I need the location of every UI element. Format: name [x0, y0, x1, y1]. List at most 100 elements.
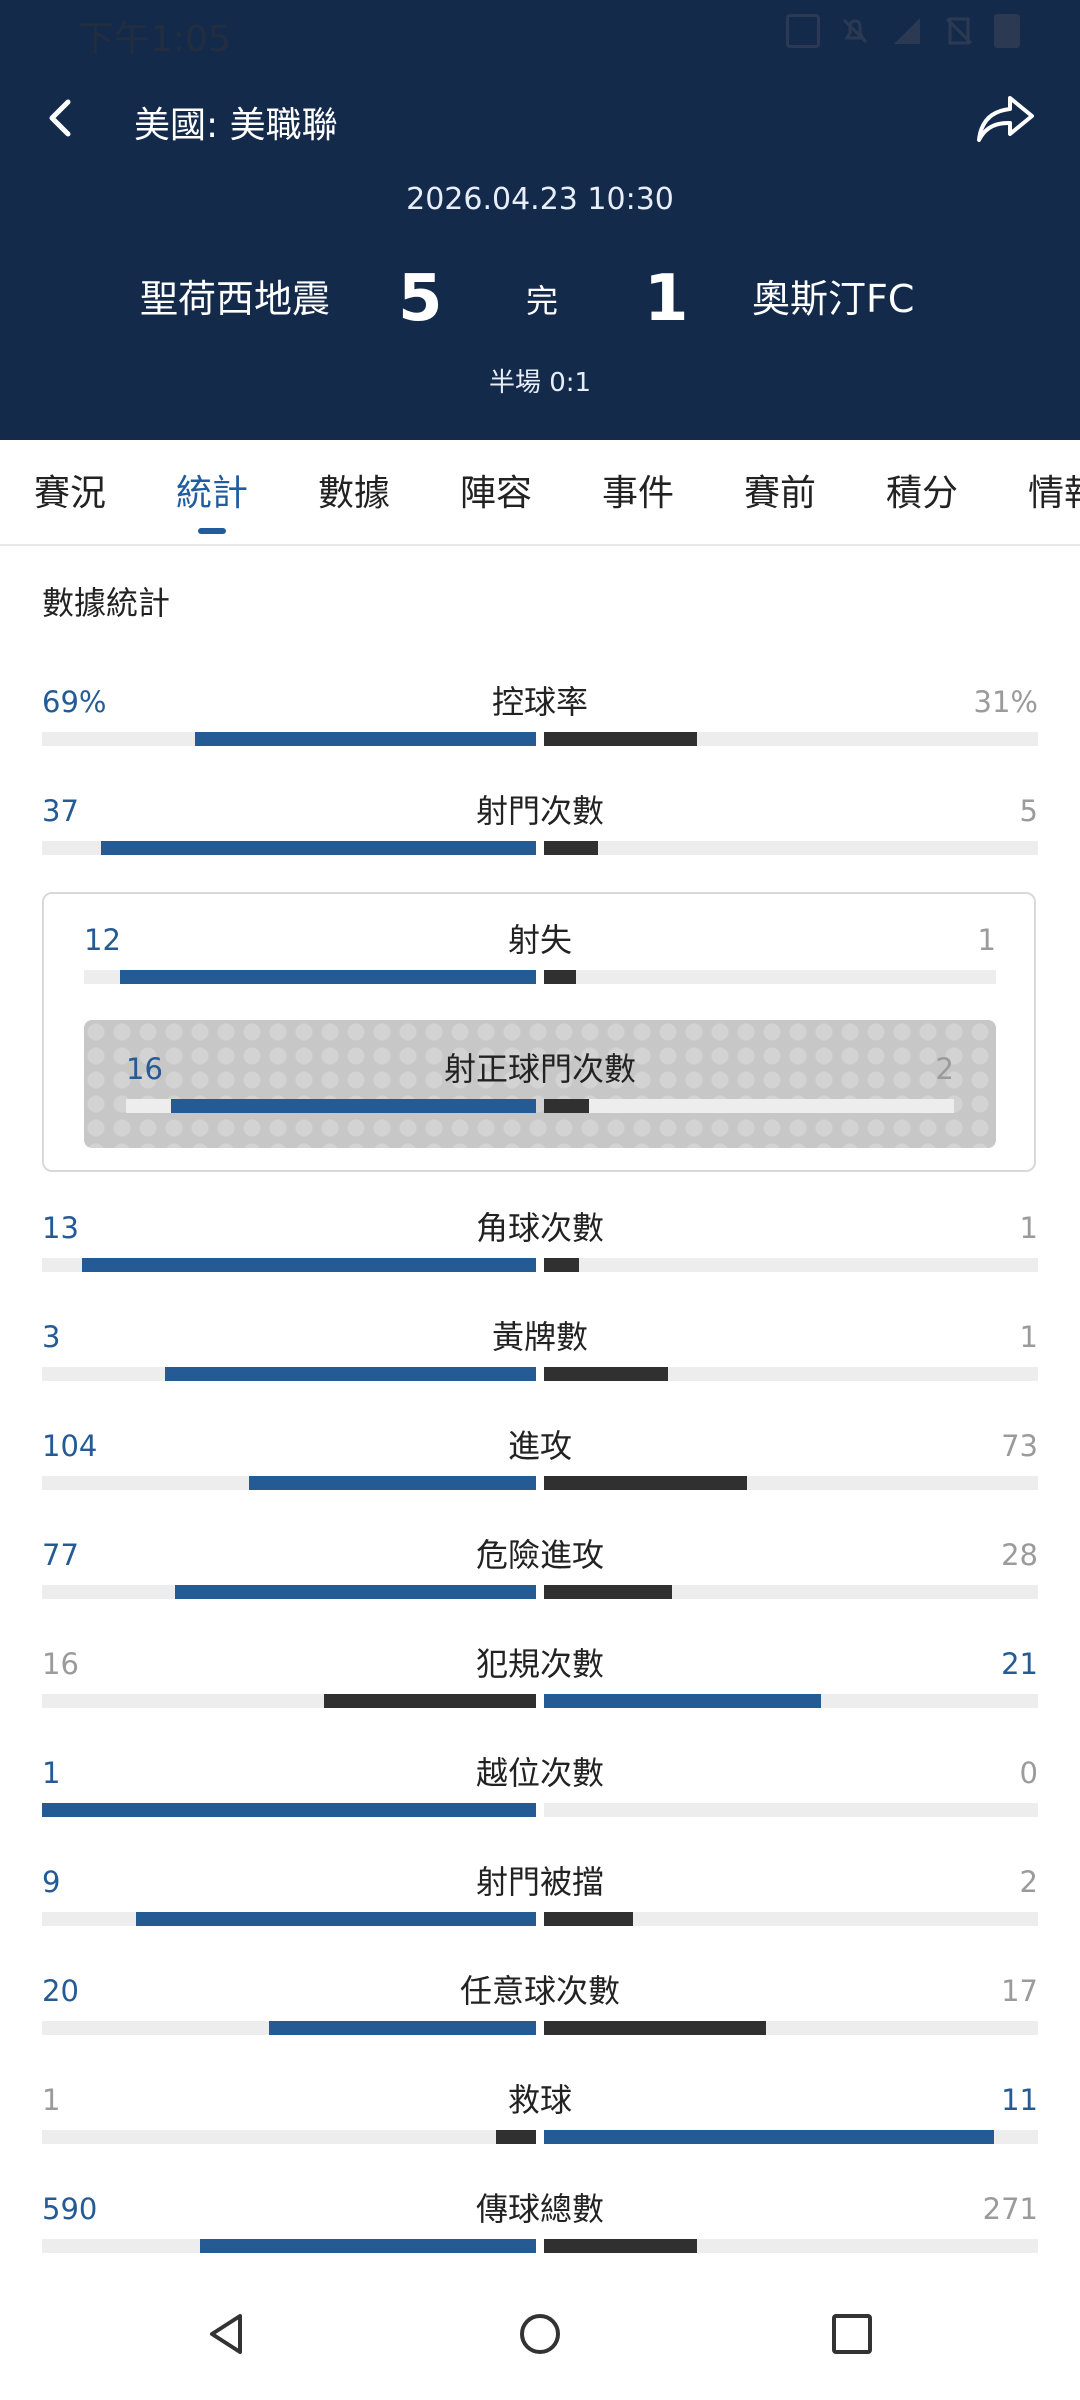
stat-away-track — [544, 732, 1038, 746]
stat-away-track — [544, 1694, 1038, 1708]
section-title: 數據統計 — [42, 584, 171, 622]
stat-away-track — [544, 1912, 1038, 1926]
stat-row: 20 任意球次數 17 — [0, 1973, 1080, 2073]
stat-label: 射門被擋 — [475, 1863, 604, 1901]
stat-away-track — [544, 1258, 1038, 1272]
stat-home-bar — [120, 970, 536, 984]
stat-home-track — [42, 2021, 536, 2035]
no-sim-icon — [942, 14, 976, 48]
stat-away-value: 2 — [935, 1052, 954, 1086]
stat-away-bar — [544, 1099, 589, 1113]
stat-away-value: 11 — [1001, 2083, 1038, 2117]
stat-row: 12 射失 1 — [0, 922, 1080, 1022]
stat-row: 37 射門次數 5 — [0, 793, 1080, 893]
stat-label: 黃牌數 — [491, 1318, 588, 1356]
stat-away-track — [544, 1585, 1038, 1599]
stat-away-value: 1 — [1019, 1211, 1038, 1245]
stat-away-track — [544, 1476, 1038, 1490]
stat-home-track — [126, 1099, 536, 1113]
tab-intel[interactable]: 情報 — [1028, 464, 1080, 516]
stat-home-bar — [324, 1694, 536, 1708]
stat-home-track — [42, 1912, 536, 1926]
stat-home-bar — [269, 2021, 536, 2035]
stat-label: 危險進攻 — [475, 1536, 604, 1574]
stat-row: 9 射門被擋 2 — [0, 1864, 1080, 1964]
system-nav-bar — [0, 2270, 1080, 2400]
tab-standings[interactable]: 積分 — [886, 464, 958, 516]
nav-back-icon[interactable] — [206, 2312, 246, 2356]
stat-away-track — [544, 970, 996, 984]
stat-label: 角球次數 — [475, 1209, 604, 1247]
stat-label: 越位次數 — [475, 1754, 604, 1792]
tab-prematch[interactable]: 賽前 — [744, 464, 816, 516]
stat-away-track — [544, 2021, 1038, 2035]
nav-home-icon[interactable] — [520, 2314, 560, 2354]
stat-away-value: 271 — [982, 2192, 1038, 2226]
tab-bar: 賽況 統計 數據 陣容 事件 賽前 積分 情報 — [0, 440, 1080, 546]
home-score: 5 — [398, 262, 443, 336]
stat-away-bar — [544, 1258, 579, 1272]
stat-away-bar — [544, 1694, 821, 1708]
match-datetime: 2026.04.23 10:30 — [406, 182, 674, 217]
stat-row: 1 越位次數 0 — [0, 1755, 1080, 1855]
stat-home-bar — [175, 1585, 536, 1599]
tab-lineup[interactable]: 陣容 — [460, 464, 532, 516]
stat-away-track — [544, 2239, 1038, 2253]
stat-away-value: 5 — [1019, 794, 1038, 828]
stat-away-bar — [544, 1585, 672, 1599]
stat-row: 16 射正球門次數 2 — [0, 1051, 1080, 1151]
away-team-name[interactable]: 奧斯汀FC — [752, 268, 914, 323]
stat-home-bar — [195, 732, 536, 746]
stat-home-track — [42, 1258, 536, 1272]
battery-icon — [994, 14, 1020, 48]
stat-home-track — [84, 970, 536, 984]
tab-live[interactable]: 賽況 — [34, 464, 106, 516]
stat-away-bar — [544, 970, 576, 984]
match-status: 完 — [526, 282, 559, 320]
stat-label: 射門次數 — [475, 792, 604, 830]
stat-away-value: 0 — [1019, 1756, 1038, 1790]
stat-home-track — [42, 1476, 536, 1490]
tab-data[interactable]: 數據 — [318, 464, 390, 516]
stat-away-value: 17 — [1001, 1974, 1038, 2008]
signal-icon — [890, 14, 924, 48]
stat-row: 104 進攻 73 — [0, 1428, 1080, 1528]
stat-home-bar — [101, 841, 536, 855]
status-time: 下午1:05 — [78, 19, 231, 60]
stat-label: 控球率 — [491, 683, 588, 721]
status-icons — [786, 14, 1020, 48]
stat-away-value: 2 — [1019, 1865, 1038, 1899]
stat-away-value: 28 — [1001, 1538, 1038, 1572]
stat-away-track — [544, 841, 1038, 855]
tab-events[interactable]: 事件 — [602, 464, 674, 516]
stat-row: 77 危險進攻 28 — [0, 1537, 1080, 1637]
auto-brightness-icon — [786, 14, 820, 48]
stat-label: 任意球次數 — [459, 1972, 620, 2010]
stat-home-track — [42, 841, 536, 855]
tab-stats[interactable]: 統計 — [176, 464, 248, 516]
stat-row: 13 角球次數 1 — [0, 1210, 1080, 1310]
stat-home-bar — [42, 1803, 536, 1817]
stat-home-bar — [82, 1258, 536, 1272]
stat-away-bar — [544, 1476, 747, 1490]
half-time-score: 半場 0:1 — [488, 368, 592, 398]
tab-indicator — [198, 528, 226, 534]
nav-recents-icon[interactable] — [832, 2314, 872, 2354]
stat-away-track — [544, 1367, 1038, 1381]
stat-row: 1 救球 11 — [0, 2082, 1080, 2182]
status-bar: 下午1:05 — [0, 0, 1080, 62]
stat-away-track — [544, 1099, 954, 1113]
share-icon[interactable] — [974, 92, 1036, 146]
stat-label: 射正球門次數 — [443, 1050, 636, 1088]
stat-home-track — [42, 1694, 536, 1708]
stat-home-bar — [171, 1099, 536, 1113]
stat-home-track — [42, 2239, 536, 2253]
stat-away-bar — [544, 841, 598, 855]
stat-home-track — [42, 2130, 536, 2144]
stat-label: 進攻 — [507, 1427, 572, 1465]
home-team-name[interactable]: 聖荷西地震 — [140, 268, 330, 323]
stat-home-track — [42, 1367, 536, 1381]
stat-home-bar — [200, 2239, 536, 2253]
stat-home-bar — [249, 1476, 536, 1490]
back-icon[interactable] — [40, 96, 84, 140]
